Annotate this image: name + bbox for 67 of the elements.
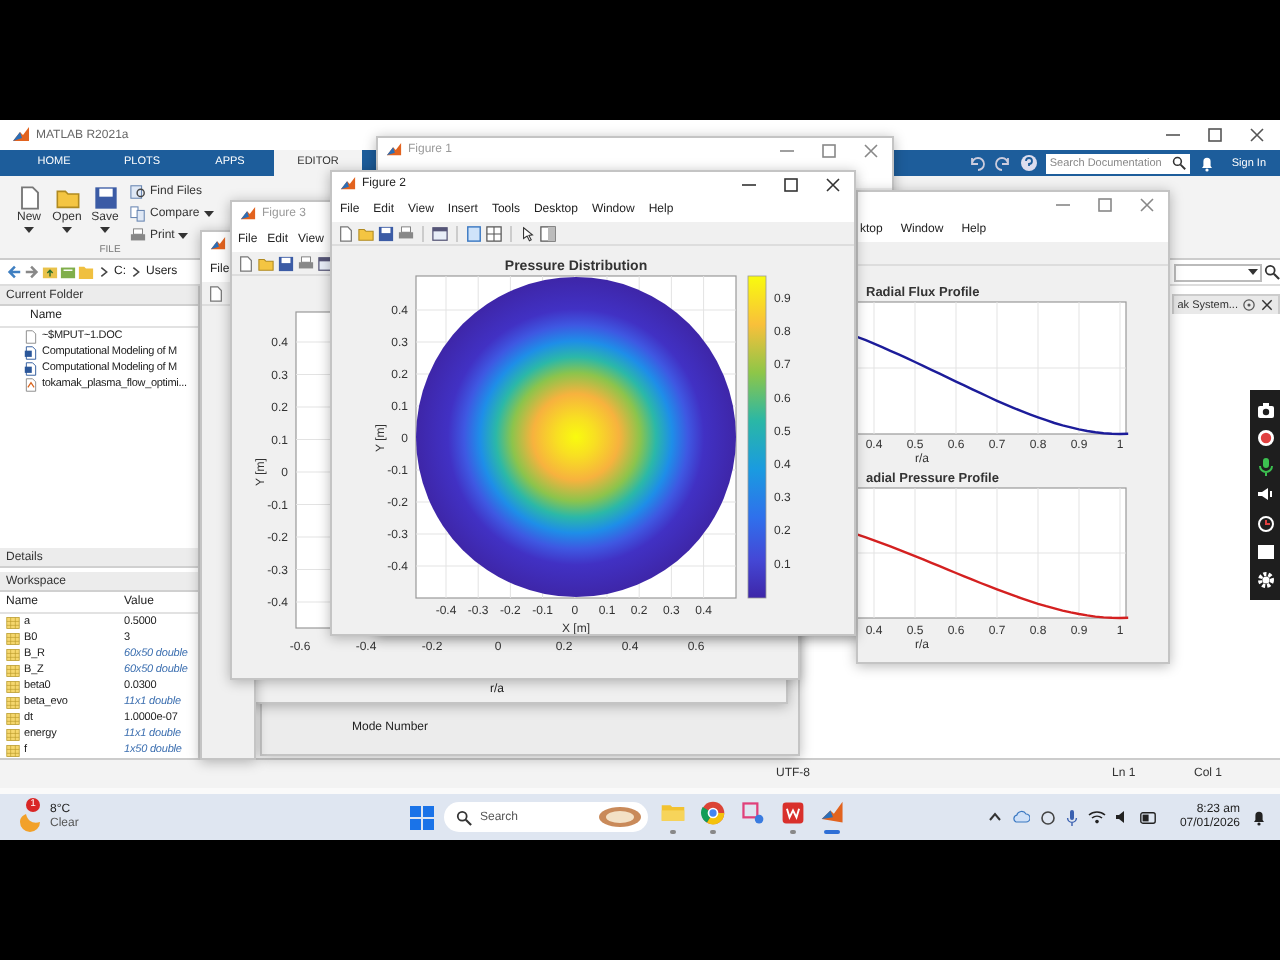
save-icon	[93, 186, 117, 210]
scissors-icon	[739, 800, 765, 827]
browser-icon	[699, 800, 725, 827]
print-icon[interactable]	[398, 225, 414, 241]
up-folder-icon[interactable]	[42, 264, 58, 280]
help-icon[interactable]	[1019, 154, 1038, 172]
new-file-icon	[17, 186, 41, 210]
redo-icon[interactable]	[993, 154, 1012, 172]
caret-icon[interactable]	[1248, 268, 1258, 276]
panel-icon[interactable]	[540, 225, 556, 241]
bell-icon[interactable]	[1197, 154, 1216, 172]
microphone-icon[interactable]	[1065, 809, 1078, 825]
folder-icon	[55, 186, 79, 210]
tab-options-icon[interactable]	[1242, 298, 1256, 312]
battery-icon[interactable]	[1139, 811, 1158, 823]
close-icon[interactable]	[1260, 298, 1274, 312]
folder-icon	[78, 264, 94, 280]
file-icon	[24, 329, 38, 343]
find-files-icon	[130, 184, 146, 200]
document-app-icon	[779, 800, 805, 827]
back-arrow-icon[interactable]	[6, 264, 22, 280]
print-icon[interactable]	[298, 255, 314, 271]
wifi-icon[interactable]	[1087, 810, 1106, 824]
forward-arrow-icon[interactable]	[24, 264, 40, 280]
matlab-logo-icon	[340, 176, 356, 192]
record-icon[interactable]	[1255, 428, 1275, 449]
cloud-icon[interactable]	[1011, 810, 1030, 824]
maximize-icon[interactable]	[784, 177, 798, 191]
save-icon[interactable]	[378, 225, 394, 241]
panel-icon[interactable]	[466, 225, 482, 241]
window-icon[interactable]	[432, 225, 448, 241]
cursor-icon[interactable]	[520, 225, 536, 241]
windows-start-icon[interactable]	[410, 805, 434, 829]
close-icon[interactable]	[1250, 128, 1264, 142]
speaker-icon[interactable]	[1255, 484, 1275, 505]
caret-icon[interactable]	[100, 226, 110, 234]
dropdown-field[interactable]	[1174, 263, 1262, 281]
matlab-logo-icon	[210, 236, 226, 252]
print-icon	[130, 228, 146, 244]
speaker-icon[interactable]	[1115, 810, 1130, 824]
matlab-logo-icon	[12, 126, 30, 144]
matlab-logo-icon	[386, 142, 402, 158]
search-icon[interactable]	[1264, 264, 1280, 280]
undo-icon[interactable]	[967, 154, 986, 172]
caret-icon[interactable]	[24, 226, 34, 234]
search-icon[interactable]	[1171, 156, 1186, 170]
caret-icon[interactable]	[62, 226, 72, 234]
close-icon[interactable]	[826, 177, 840, 191]
chevron-up-icon[interactable]	[987, 810, 1002, 824]
search-icon	[456, 809, 472, 825]
folder-icon	[659, 800, 685, 827]
minimize-icon[interactable]	[1166, 128, 1180, 142]
notification-bell-icon[interactable]	[1250, 808, 1268, 826]
microphone-icon[interactable]	[1255, 456, 1275, 477]
caret-icon[interactable]	[203, 210, 214, 218]
maximize-icon[interactable]	[1208, 128, 1222, 142]
window-icon[interactable]	[1255, 541, 1275, 562]
grid-icon[interactable]	[486, 225, 502, 241]
settings-icon[interactable]	[1255, 569, 1275, 590]
clock-icon[interactable]	[1255, 513, 1275, 534]
caret-icon[interactable]	[178, 232, 189, 240]
matlab-logo-icon	[240, 206, 256, 222]
script-file-icon	[24, 377, 38, 391]
matlab-logo-icon	[819, 800, 845, 827]
camera-icon[interactable]	[1255, 400, 1275, 421]
save-icon[interactable]	[278, 255, 294, 271]
compare-icon	[130, 206, 146, 222]
